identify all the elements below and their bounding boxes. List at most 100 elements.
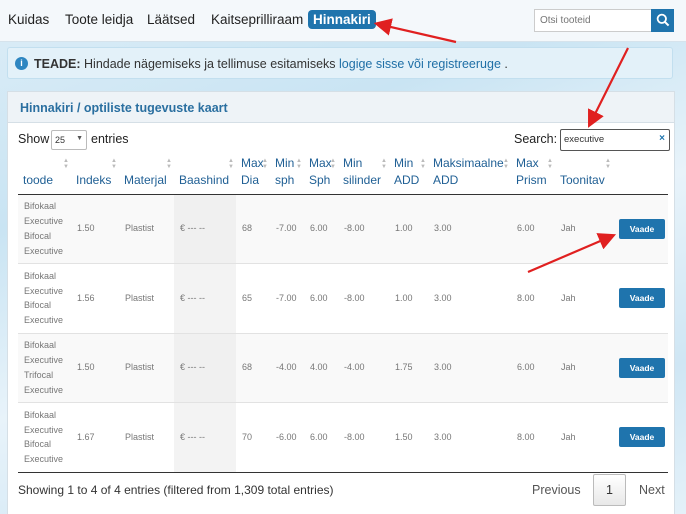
cell-toode: Bifokaal Executive Bifocal Executive bbox=[18, 263, 71, 334]
sort-icon: ▲ ▼ bbox=[296, 157, 302, 170]
pagination-page-1[interactable]: 1 bbox=[593, 474, 626, 506]
table-search-value: executive bbox=[564, 134, 605, 145]
notice-text: TEADE: Hindade nägemiseks ja tellimuse e… bbox=[34, 57, 508, 71]
cell-indeks: 1.67 bbox=[71, 402, 119, 473]
cell-toode: Bifokaal Executive Trifocal Executive bbox=[18, 333, 71, 404]
column-header-baashind[interactable]: Baashind ▲ ▼ bbox=[174, 155, 236, 195]
cell-min-add: 1.50 bbox=[389, 402, 428, 473]
cell-materjal: Plastist bbox=[119, 194, 174, 265]
column-header-min-add[interactable]: Min ADD ▲ ▼ bbox=[389, 155, 428, 195]
top-navigation: Kuidas Toote leidja Läätsed Kaitseprilli… bbox=[0, 0, 686, 42]
table-row: Bifokaal Executive Bifocal Executive 1.6… bbox=[18, 402, 668, 473]
cell-max-add: 3.00 bbox=[428, 333, 511, 404]
nav-item-kaitseprilliraam[interactable]: Kaitseprilliraam bbox=[211, 12, 303, 27]
table-row: Bifokaal Executive Trifocal Executive 1.… bbox=[18, 333, 668, 404]
cell-min-silinder: -8.00 bbox=[338, 402, 389, 473]
column-header-min-silinder[interactable]: Min silinder ▲ ▼ bbox=[338, 155, 389, 195]
cell-min-silinder: -4.00 bbox=[338, 333, 389, 404]
cell-min-sph: -6.00 bbox=[270, 402, 304, 473]
cell-indeks: 1.50 bbox=[71, 333, 119, 404]
cell-toonitav: Jah bbox=[555, 333, 613, 404]
cell-indeks: 1.56 bbox=[71, 263, 119, 334]
cell-max-add: 3.00 bbox=[428, 402, 511, 473]
column-header-action bbox=[613, 155, 668, 195]
column-header-max-dia[interactable]: Max Dia ▲ ▼ bbox=[236, 155, 270, 195]
login-register-link[interactable]: logige sisse või registreeruge bbox=[339, 57, 501, 71]
cell-toonitav: Jah bbox=[555, 194, 613, 265]
cell-baashind: € --- -- bbox=[174, 333, 236, 404]
cell-max-add: 3.00 bbox=[428, 194, 511, 265]
panel-title: Hinnakiri / optiliste tugevuste kaart bbox=[20, 101, 228, 115]
cell-materjal: Plastist bbox=[119, 333, 174, 404]
cell-max-prism: 8.00 bbox=[511, 402, 555, 473]
cell-materjal: Plastist bbox=[119, 402, 174, 473]
cell-max-sph: 6.00 bbox=[304, 263, 338, 334]
cell-min-silinder: -8.00 bbox=[338, 263, 389, 334]
nav-item-kuidas[interactable]: Kuidas bbox=[8, 12, 49, 27]
sort-icon: ▲ ▼ bbox=[330, 157, 336, 170]
cell-baashind: € --- -- bbox=[174, 402, 236, 473]
sort-icon: ▲ ▼ bbox=[166, 157, 172, 170]
sort-icon: ▲ ▼ bbox=[63, 157, 69, 170]
table-search-input[interactable]: executive × bbox=[560, 129, 670, 151]
cell-toonitav: Jah bbox=[555, 263, 613, 334]
table-search-label: Search: bbox=[514, 132, 558, 146]
column-header-min-sph[interactable]: Min sph ▲ ▼ bbox=[270, 155, 304, 195]
cell-baashind: € --- -- bbox=[174, 263, 236, 334]
cell-action: Vaade bbox=[613, 194, 668, 265]
cell-max-add: 3.00 bbox=[428, 263, 511, 334]
column-header-max-sph[interactable]: Max Sph ▲ ▼ bbox=[304, 155, 338, 195]
cell-max-sph: 6.00 bbox=[304, 402, 338, 473]
login-notice: i TEADE: Hindade nägemiseks ja tellimuse… bbox=[7, 47, 673, 79]
column-header-materjal[interactable]: Materjal ▲ ▼ bbox=[119, 155, 174, 195]
view-button[interactable]: Vaade bbox=[619, 288, 665, 309]
chevron-down-icon: ▼ bbox=[76, 135, 83, 142]
cell-materjal: Plastist bbox=[119, 263, 174, 334]
pagination-previous[interactable]: Previous bbox=[532, 483, 581, 497]
product-search-input[interactable] bbox=[534, 9, 652, 32]
column-header-toode[interactable]: toode ▲ ▼ bbox=[18, 155, 71, 195]
sort-icon: ▲ ▼ bbox=[605, 157, 611, 170]
price-list-panel: Hinnakiri / optiliste tugevuste kaart Sh… bbox=[7, 91, 675, 514]
cell-min-sph: -7.00 bbox=[270, 263, 304, 334]
clear-icon[interactable]: × bbox=[659, 133, 665, 144]
view-button[interactable]: Vaade bbox=[619, 427, 665, 448]
sort-icon: ▲ ▼ bbox=[381, 157, 387, 170]
page-length-value: 25 bbox=[55, 135, 66, 145]
nav-item-hinnakiri[interactable]: Hinnakiri bbox=[308, 10, 376, 29]
show-label: Show bbox=[18, 132, 50, 146]
column-header-toonitav[interactable]: Toonitav ▲ ▼ bbox=[555, 155, 613, 195]
cell-action: Vaade bbox=[613, 402, 668, 473]
cell-min-add: 1.00 bbox=[389, 194, 428, 265]
table-info: Showing 1 to 4 of 4 entries (filtered fr… bbox=[18, 483, 334, 497]
cell-toode: Bifokaal Executive Bifocal Executive bbox=[18, 194, 71, 265]
notice-tail: . bbox=[504, 57, 508, 71]
page-length-select[interactable]: 25 ▼ bbox=[51, 130, 87, 150]
cell-max-dia: 68 bbox=[236, 333, 270, 404]
search-icon bbox=[656, 13, 669, 27]
cell-indeks: 1.50 bbox=[71, 194, 119, 265]
sort-icon: ▲ ▼ bbox=[228, 157, 234, 170]
view-button[interactable]: Vaade bbox=[619, 218, 665, 239]
cell-max-sph: 6.00 bbox=[304, 194, 338, 265]
column-header-max-prism[interactable]: Max Prism ▲ ▼ bbox=[511, 155, 555, 195]
nav-item-toote-leidja[interactable]: Toote leidja bbox=[65, 12, 133, 27]
cell-toonitav: Jah bbox=[555, 402, 613, 473]
notice-message: Hindade nägemiseks ja tellimuse esitamis… bbox=[84, 57, 336, 71]
cell-action: Vaade bbox=[613, 263, 668, 334]
panel-header: Hinnakiri / optiliste tugevuste kaart bbox=[8, 92, 674, 123]
nav-item-laatsed[interactable]: Läätsed bbox=[147, 12, 195, 27]
cell-max-dia: 65 bbox=[236, 263, 270, 334]
search-button[interactable] bbox=[651, 9, 674, 32]
info-icon: i bbox=[15, 57, 28, 70]
cell-min-add: 1.75 bbox=[389, 333, 428, 404]
column-header-max-add[interactable]: Maksimaalne ADD ▲ ▼ bbox=[428, 155, 511, 195]
pagination-next[interactable]: Next bbox=[639, 483, 665, 497]
column-header-indeks[interactable]: Indeks ▲ ▼ bbox=[71, 155, 119, 195]
sort-icon: ▲ ▼ bbox=[262, 157, 268, 170]
view-button[interactable]: Vaade bbox=[619, 357, 665, 378]
cell-min-silinder: -8.00 bbox=[338, 194, 389, 265]
notice-label: TEADE: bbox=[34, 57, 81, 71]
cell-max-sph: 4.00 bbox=[304, 333, 338, 404]
table-row: Bifokaal Executive Bifocal Executive 1.5… bbox=[18, 194, 668, 265]
